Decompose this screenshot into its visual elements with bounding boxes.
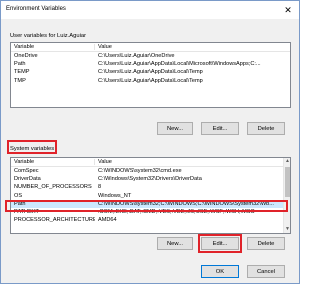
system-variables-label: System variables: [10, 146, 55, 152]
window-title: Environment Variables: [6, 6, 66, 12]
list-item-path[interactable]: Path C:\WINDOWS\system32;C:\WINDOWS;C:\W…: [11, 199, 290, 208]
ok-button[interactable]: OK: [201, 265, 239, 278]
list-item[interactable]: ComSpec C:\WINDOWS\system32\cmd.exe: [11, 167, 290, 175]
variable-name: Path: [14, 200, 26, 207]
variable-name: OS: [14, 192, 23, 199]
variable-name: NUMBER_OF_PROCESSORS: [14, 184, 92, 191]
variable-value: C:\Windows\System32\Drivers\DriverData: [98, 176, 202, 183]
list-item[interactable]: Path C:\Users\Luiz.Aguiar\AppData\Local\…: [11, 60, 290, 68]
close-icon[interactable]: ✕: [281, 4, 295, 16]
system-delete-button[interactable]: Delete: [247, 237, 285, 250]
variable-value: C:\WINDOWS\system32\cmd.exe: [98, 168, 182, 175]
cancel-button[interactable]: Cancel: [247, 265, 285, 278]
list-item[interactable]: OS Windows_NT: [11, 192, 290, 200]
header-value[interactable]: Value: [95, 159, 290, 165]
list-item[interactable]: NUMBER_OF_PROCESSORS 8: [11, 183, 290, 191]
list-item[interactable]: PATHEXT .COM;.EXE;.BAT;.CMD;.VBS;.VBE;.J…: [11, 208, 290, 216]
user-list-header: Variable Value: [11, 43, 290, 52]
header-variable[interactable]: Variable: [11, 159, 95, 165]
variable-name: TEMP: [14, 69, 30, 76]
variable-value: C:\Users\Luiz.Aguiar\OneDrive: [98, 53, 175, 60]
system-variables-list[interactable]: Variable Value ComSpec C:\WINDOWS\system…: [10, 157, 291, 234]
variable-name: DriverData: [14, 176, 41, 183]
variable-name: OneDrive: [14, 53, 38, 60]
environment-variables-dialog: Environment Variables ✕ User variables f…: [0, 0, 300, 284]
user-variables-label: User variables for Luiz.Aguiar: [10, 33, 87, 39]
variable-value: 8: [98, 184, 102, 191]
variable-value: C:\Users\Luiz.Aguiar\AppData\Local\Temp: [98, 77, 203, 84]
list-item[interactable]: DriverData C:\Windows\System32\Drivers\D…: [11, 175, 290, 183]
list-item[interactable]: TMP C:\Users\Luiz.Aguiar\AppData\Local\T…: [11, 77, 290, 85]
variable-value: Windows_NT: [98, 192, 132, 199]
user-new-button[interactable]: New...: [157, 122, 193, 135]
vertical-scrollbar[interactable]: ▲ ▼: [283, 158, 290, 233]
system-edit-button[interactable]: Edit...: [201, 237, 239, 250]
system-list-header: Variable Value: [11, 158, 290, 167]
list-item[interactable]: TEMP C:\Users\Luiz.Aguiar\AppData\Local\…: [11, 68, 290, 76]
scroll-down-icon[interactable]: ▼: [284, 226, 290, 233]
user-delete-button[interactable]: Delete: [247, 122, 285, 135]
scroll-up-icon[interactable]: ▲: [284, 158, 290, 165]
variable-value: C:\WINDOWS\system32;C:\WINDOWS;C:\WINDOW…: [98, 200, 274, 207]
system-new-button[interactable]: New...: [157, 237, 193, 250]
variable-value: C:\Users\Luiz.Aguiar\AppData\Local\Micro…: [98, 61, 261, 68]
title-bar: Environment Variables ✕: [1, 1, 299, 19]
list-item[interactable]: OneDrive C:\Users\Luiz.Aguiar\OneDrive: [11, 52, 290, 60]
variable-value: C:\Users\Luiz.Aguiar\AppData\Local\Temp: [98, 69, 203, 76]
variable-value: .COM;.EXE;.BAT;.CMD;.VBS;.VBE;.JS;.JSE;.…: [98, 209, 255, 216]
header-value[interactable]: Value: [95, 44, 290, 50]
variable-name: TMP: [14, 77, 26, 84]
variable-name: ComSpec: [14, 168, 39, 175]
variable-name: PROCESSOR_ARCHITECTURE: [14, 217, 95, 224]
user-edit-button[interactable]: Edit...: [201, 122, 239, 135]
variable-name: Path: [14, 61, 26, 68]
header-variable[interactable]: Variable: [11, 44, 95, 50]
variable-value: AMD64: [98, 217, 117, 224]
scroll-thumb[interactable]: [285, 167, 290, 197]
list-item[interactable]: PROCESSOR_ARCHITECTURE AMD64: [11, 216, 290, 224]
user-variables-list[interactable]: Variable Value OneDrive C:\Users\Luiz.Ag…: [10, 42, 291, 108]
variable-name: PATHEXT: [14, 209, 39, 216]
